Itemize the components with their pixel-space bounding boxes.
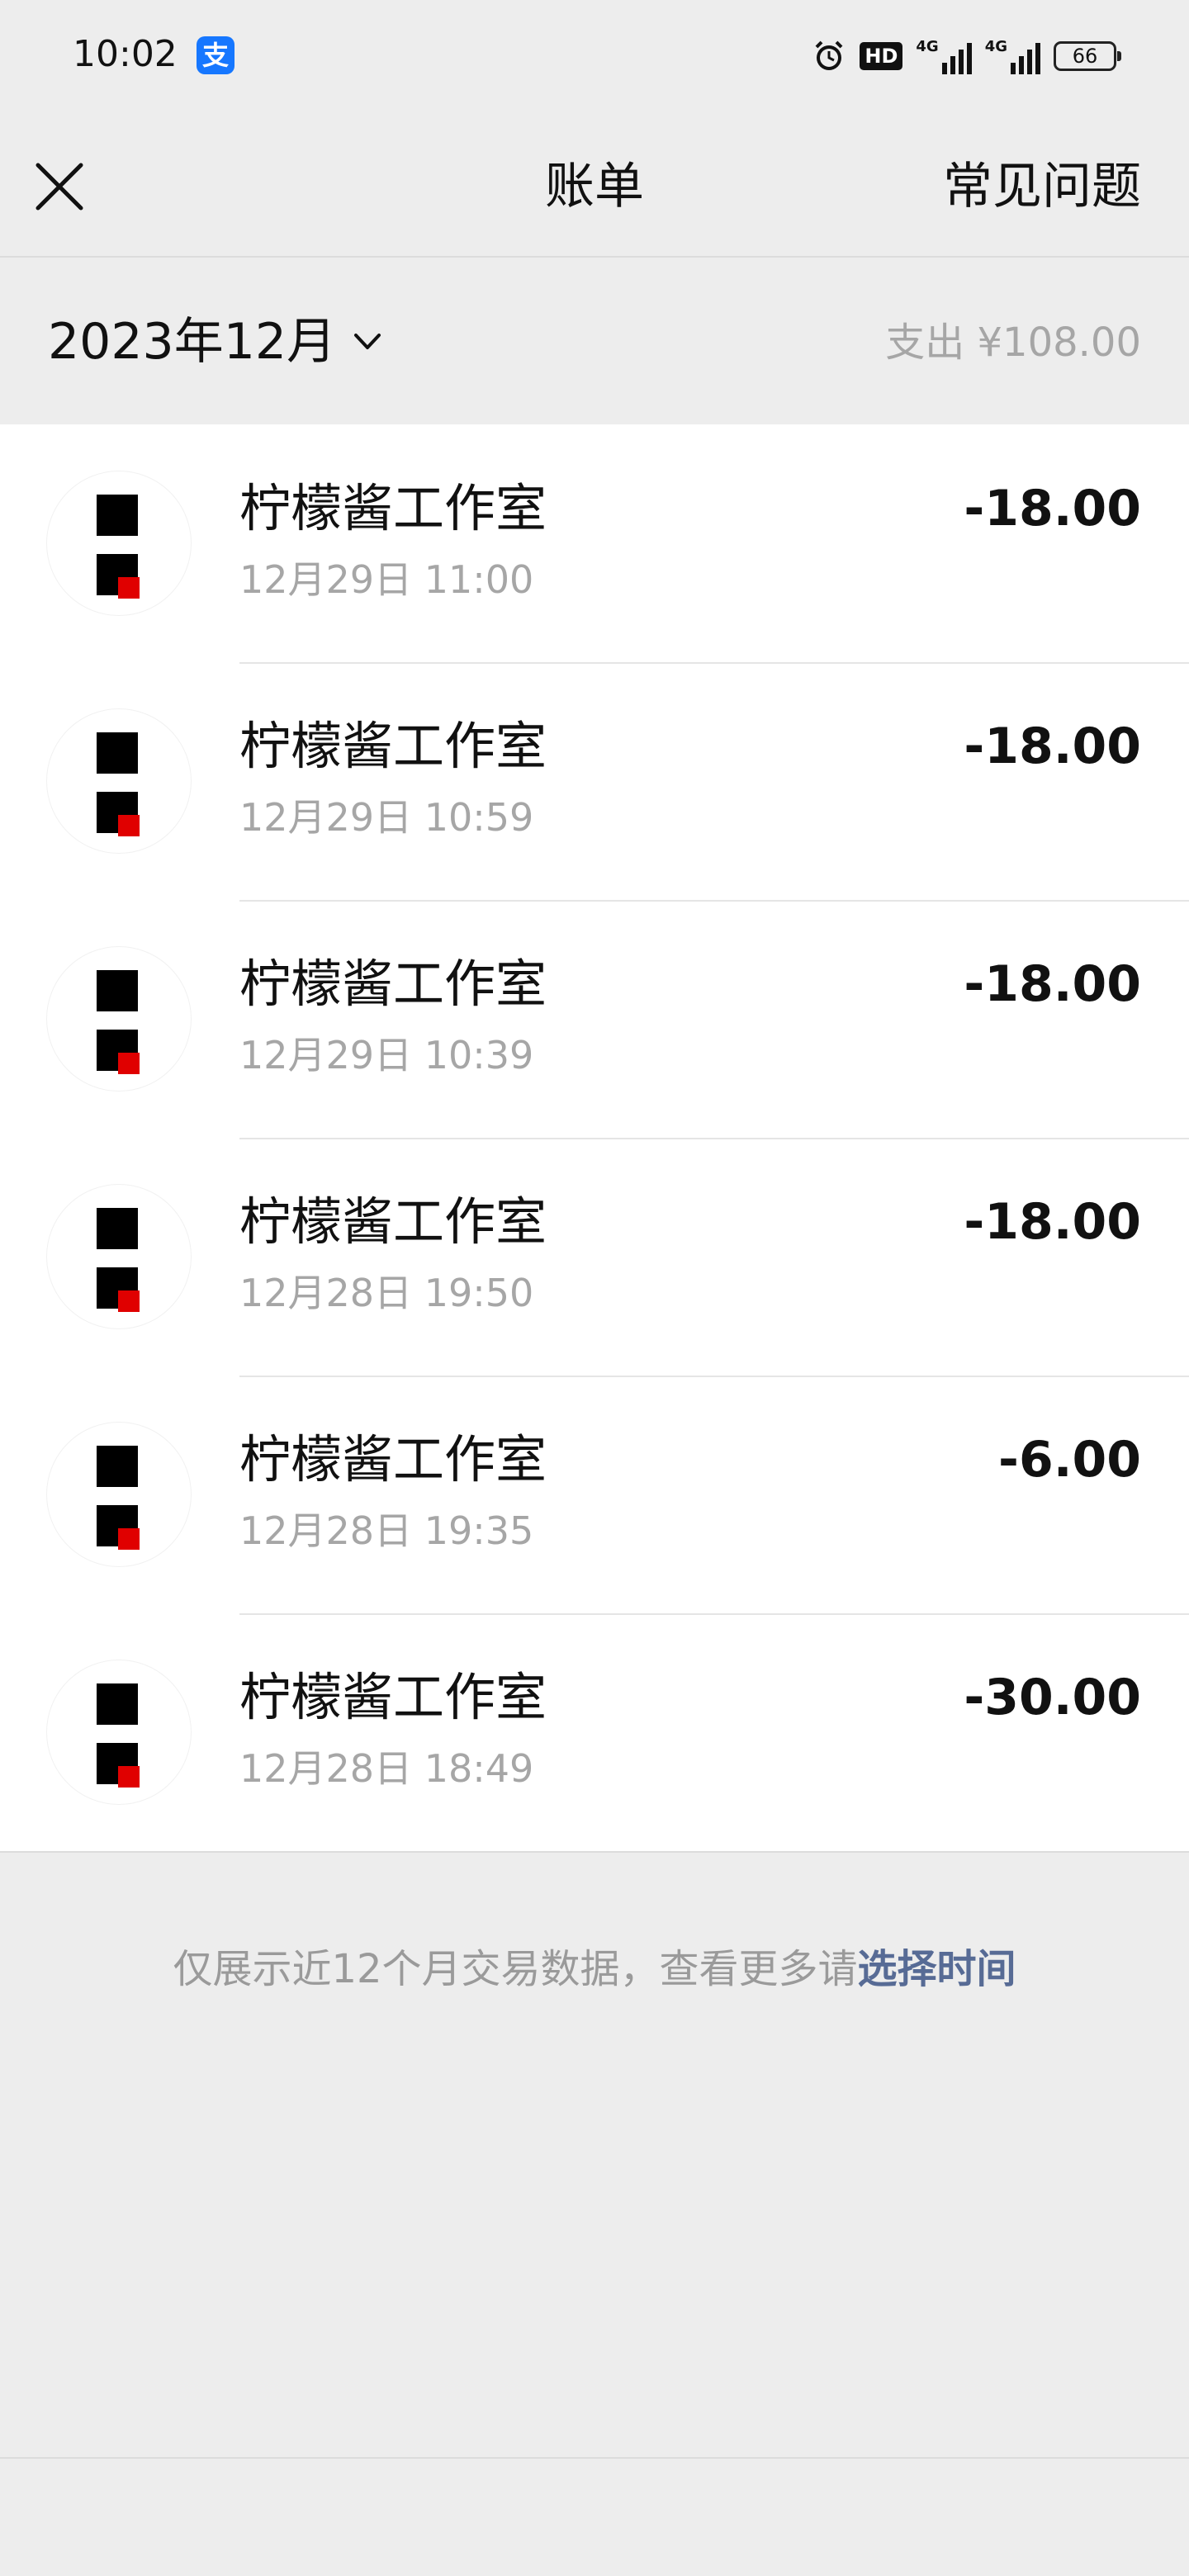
history-limit-note: 仅展示近12个月交易数据，查看更多请选择时间 [0,1940,1189,1998]
transaction-row[interactable]: 柠檬酱工作室 12月29日 10:59 -18.00 [0,662,1189,900]
chevron-down-icon [354,334,381,349]
signal-bars-icon [941,41,972,74]
history-limit-text: 仅展示近12个月交易数据，查看更多请 [173,1946,858,1992]
transaction-amount: -18.00 [964,1193,1141,1251]
merchant-name: 柠檬酱工作室 [239,1191,547,1252]
merchant-avatar [46,1422,192,1567]
transaction-amount: -30.00 [964,1669,1141,1726]
merchant-name: 柠檬酱工作室 [239,954,547,1014]
month-selector[interactable]: 2023年12月 [48,309,384,375]
signal-bars-icon [1011,41,1040,74]
transaction-row[interactable]: 柠檬酱工作室 12月29日 10:39 -18.00 [0,900,1189,1138]
status-indicators: HD 4G 4G 66 [812,36,1121,76]
merchant-avatar [46,1660,192,1805]
network-type-2: 4G [984,38,1007,55]
status-time: 10:02 [73,33,178,75]
transaction-amount: -18.00 [964,480,1141,537]
merchant-name: 柠檬酱工作室 [239,716,547,776]
transaction-time: 12月29日 10:59 [239,795,534,840]
signal-1: 4G [916,38,972,74]
transaction-time: 12月28日 18:49 [239,1746,534,1791]
transaction-row[interactable]: 柠檬酱工作室 12月28日 18:49 -30.00 [0,1613,1189,1851]
merchant-name: 柠檬酱工作室 [239,478,547,538]
transaction-time: 12月28日 19:50 [239,1271,534,1315]
status-bar: 10:02 支 HD 4G 4G 66 [0,0,1189,116]
signal-2: 4G [985,38,1040,74]
month-label: 2023年12月 [48,313,337,371]
transaction-list: 柠檬酱工作室 12月29日 11:00 -18.00 柠檬酱工作室 12月29日… [0,424,1189,1853]
bottom-divider [0,2457,1189,2459]
transaction-amount: -18.00 [964,955,1141,1013]
merchant-name: 柠檬酱工作室 [239,1429,547,1489]
transaction-amount: -6.00 [998,1431,1141,1489]
alipay-icon: 支 [197,36,234,74]
merchant-avatar [46,471,192,616]
merchant-avatar [46,708,192,854]
select-time-link[interactable]: 选择时间 [858,1946,1016,1992]
network-type-1: 4G [916,38,939,55]
transaction-time: 12月29日 10:39 [239,1033,534,1077]
merchant-avatar [46,946,192,1091]
merchant-name: 柠檬酱工作室 [239,1667,547,1727]
nav-bar: 账单 常见问题 [0,116,1189,258]
spend-summary: 支出 ¥108.00 [885,320,1141,366]
faq-link[interactable]: 常见问题 [943,157,1141,216]
transaction-amount: -18.00 [964,717,1141,775]
transaction-row[interactable]: 柠檬酱工作室 12月28日 19:50 -18.00 [0,1138,1189,1376]
transaction-time: 12月28日 19:35 [239,1508,534,1553]
transaction-row[interactable]: 柠檬酱工作室 12月29日 11:00 -18.00 [0,424,1189,662]
hd-voice-badge: HD [860,42,903,70]
battery-icon: 66 [1054,41,1121,71]
month-header: 2023年12月 支出 ¥108.00 [0,258,1189,424]
transaction-time: 12月29日 11:00 [239,557,534,602]
merchant-avatar [46,1184,192,1329]
alarm-clock-icon [815,40,843,70]
transaction-row[interactable]: 柠檬酱工作室 12月28日 19:35 -6.00 [0,1376,1189,1613]
